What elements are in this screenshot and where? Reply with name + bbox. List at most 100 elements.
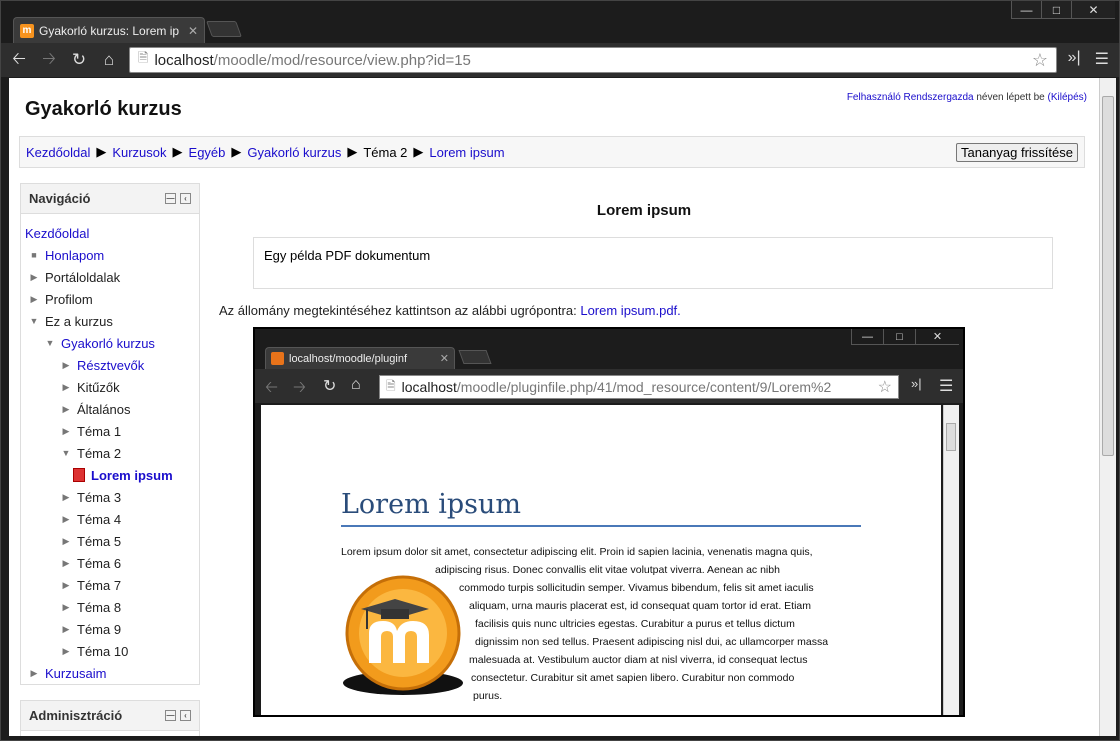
dock-icon[interactable]: ‹ xyxy=(180,710,191,721)
nav-item-site-pages[interactable]: ▶ Portáloldalak xyxy=(25,266,195,288)
nav-item-topic-6[interactable]: ▶ Téma 6 xyxy=(25,552,195,574)
crumb-course[interactable]: Gyakorló kurzus xyxy=(247,145,341,160)
new-tab-button[interactable] xyxy=(206,21,242,37)
embedded-tab: localhost/moodle/pluginf ✕ xyxy=(265,347,455,369)
expand-icon: ▶ xyxy=(62,535,70,546)
user-link[interactable]: Felhasználó Rendszergazda xyxy=(847,92,974,103)
expand-icon: ▶ xyxy=(30,271,38,282)
logout-link[interactable]: (Kilépés) xyxy=(1048,92,1087,103)
nav-item-topic-4[interactable]: ▶ Téma 4 xyxy=(25,508,195,530)
close-tab-icon[interactable]: ✕ xyxy=(188,24,198,38)
nav-item-dashboard[interactable]: ■ Honlapom xyxy=(25,244,195,266)
crumb-courses[interactable]: Kurzusok xyxy=(112,145,166,160)
browser-toolbar: 🡠 🡢 ↻ ⌂ 🗎 localhost/moodle/mod/resource/… xyxy=(1,43,1119,77)
collapse-tri-icon: ▼ xyxy=(61,448,71,458)
expand-icon: ▶ xyxy=(62,403,70,414)
resource-prompt: Az állomány megtekintéséhez kattintson a… xyxy=(219,303,681,318)
nav-item-topic-9[interactable]: ▶ Téma 9 xyxy=(25,618,195,640)
page-icon: 🗎 xyxy=(138,50,149,65)
nav-item-topic-7[interactable]: ▶ Téma 7 xyxy=(25,574,195,596)
crumb-home[interactable]: Kezdőoldal xyxy=(26,145,90,160)
menu-icon[interactable]: ☰ xyxy=(1095,49,1109,69)
resource-file-link[interactable]: Lorem ipsum.pdf. xyxy=(580,303,680,318)
main-content: Lorem ipsum Egy példa PDF dokumentum Az … xyxy=(209,186,1079,318)
nav-item-this-course[interactable]: ▼ Ez a kurzus xyxy=(25,310,195,332)
url-text: localhost/moodle/mod/resource/view.php?i… xyxy=(154,51,471,69)
nav-item-my-courses[interactable]: ▶ Kurzusaim xyxy=(25,662,195,684)
embedded-forward-icon: 🡢 xyxy=(293,379,306,396)
collapse-tri-icon: ▼ xyxy=(45,338,55,348)
page-scrollbar[interactable] xyxy=(1099,78,1116,736)
nav-item-lorem-ipsum[interactable]: Lorem ipsum xyxy=(25,464,195,486)
embedded-minimize-icon: — xyxy=(851,329,883,345)
browser-tab[interactable]: m Gyakorló kurzus: Lorem ip ✕ xyxy=(13,17,205,43)
expand-icon: ▶ xyxy=(62,381,70,392)
embedded-pdf-view: Lorem ipsum Lorem ipsum dolor sit amet, … xyxy=(261,405,941,715)
crumb-other[interactable]: Egyéb xyxy=(189,145,226,160)
expand-icon: ▶ xyxy=(62,513,70,524)
home-icon[interactable]: ⌂ xyxy=(97,50,121,70)
nav-item-general[interactable]: ▶ Általános xyxy=(25,398,195,420)
nav-item-home[interactable]: Kezdőoldal xyxy=(25,222,195,244)
nav-item-topic-8[interactable]: ▶ Téma 8 xyxy=(25,596,195,618)
breadcrumb: Kezdőoldal ▶ Kurzusok ▶ Egyéb ▶ Gyakorló ku… xyxy=(19,136,1085,168)
browser-window: — □ ✕ m Gyakorló kurzus: Lorem ip ✕ 🡠 🡢 … xyxy=(0,0,1120,741)
expand-icon: ▶ xyxy=(62,425,70,436)
back-icon[interactable]: 🡠 xyxy=(7,46,31,75)
embedded-star-icon: ☆ xyxy=(877,379,892,396)
embedded-menu-icon: ☰ xyxy=(939,378,954,395)
collapse-icon[interactable]: — xyxy=(165,710,176,721)
embedded-overflow-icon: »| xyxy=(911,376,922,391)
minimize-icon[interactable]: — xyxy=(1011,1,1041,19)
reload-icon[interactable]: ↻ xyxy=(67,50,91,70)
page-title: Gyakorló kurzus xyxy=(25,98,182,120)
toolbar-right: »| ☰ xyxy=(1068,49,1109,69)
embedded-back-icon: 🡠 xyxy=(265,379,278,396)
dock-icon[interactable]: ‹ xyxy=(180,193,191,204)
nav-item-course[interactable]: ▼ Gyakorló kurzus xyxy=(25,332,195,354)
embedded-screenshot: — □ ✕ localhost/moodle/pluginf ✕ 🡠 🡢 ↻ ⌂… xyxy=(253,327,965,717)
nav-item-badges[interactable]: ▶ Kitűzők xyxy=(25,376,195,398)
forward-icon[interactable]: 🡢 xyxy=(37,46,61,75)
embedded-reload-icon: ↻ xyxy=(323,378,337,395)
embedded-new-tab xyxy=(458,350,492,364)
bookmark-star-icon[interactable]: ☆ xyxy=(1032,50,1048,71)
embedded-maximize-icon: □ xyxy=(883,329,915,345)
expand-icon: ▶ xyxy=(62,359,70,370)
moodle-favicon-icon: m xyxy=(20,23,34,38)
embedded-favicon-icon xyxy=(271,352,284,365)
embedded-address-bar: 🗎 localhost/moodle/pluginfile.php/41/mod… xyxy=(379,375,899,399)
crumb-resource[interactable]: Lorem ipsum xyxy=(429,145,504,160)
nav-item-topic-1[interactable]: ▶ Téma 1 xyxy=(25,420,195,442)
nav-item-topic-2[interactable]: ▼ Téma 2 xyxy=(25,442,195,464)
embedded-close-tab-icon: ✕ xyxy=(439,353,449,365)
tab-title: Gyakorló kurzus: Lorem ip xyxy=(39,23,180,38)
address-bar[interactable]: 🗎 localhost/moodle/mod/resource/view.php… xyxy=(129,47,1057,73)
nav-item-topic-3[interactable]: ▶ Téma 3 xyxy=(25,486,195,508)
extensions-overflow-icon[interactable]: »| xyxy=(1068,49,1081,69)
collapse-icon[interactable]: — xyxy=(165,193,176,204)
pdf-title: Lorem ipsum xyxy=(341,489,522,520)
nav-item-topic-10[interactable]: ▶ Téma 10 xyxy=(25,640,195,662)
nav-item-participants[interactable]: ▶ Résztvevők xyxy=(25,354,195,376)
expand-icon: ▶ xyxy=(62,623,70,634)
expand-icon: ▶ xyxy=(62,601,70,612)
expand-icon: ▶ xyxy=(30,667,38,678)
resource-intro: Egy példa PDF dokumentum xyxy=(253,237,1053,289)
close-icon[interactable]: ✕ xyxy=(1071,1,1115,19)
bullet-icon: ■ xyxy=(31,250,37,260)
maximize-icon[interactable]: □ xyxy=(1041,1,1071,19)
embedded-home-icon: ⌂ xyxy=(351,376,361,393)
nav-item-topic-5[interactable]: ▶ Téma 5 xyxy=(25,530,195,552)
page-scroll-thumb[interactable] xyxy=(1102,96,1114,456)
navigation-block: Navigáció — ‹ Kezdőoldal ■ Honlapom ▶ Portá… xyxy=(20,183,200,685)
window-controls: — □ ✕ xyxy=(1011,1,1115,19)
pdf-title-rule xyxy=(341,525,861,527)
administration-block: Adminisztráció — ‹ xyxy=(20,700,200,736)
navigation-header: Navigáció — ‹ xyxy=(21,184,199,214)
update-resource-button[interactable]: Tananyag frissítése xyxy=(955,142,1078,162)
expand-icon: ▶ xyxy=(62,579,70,590)
embedded-close-icon: ✕ xyxy=(915,329,959,345)
nav-item-profile[interactable]: ▶ Profilom xyxy=(25,288,195,310)
embedded-window-controls: — □ ✕ xyxy=(851,329,959,345)
